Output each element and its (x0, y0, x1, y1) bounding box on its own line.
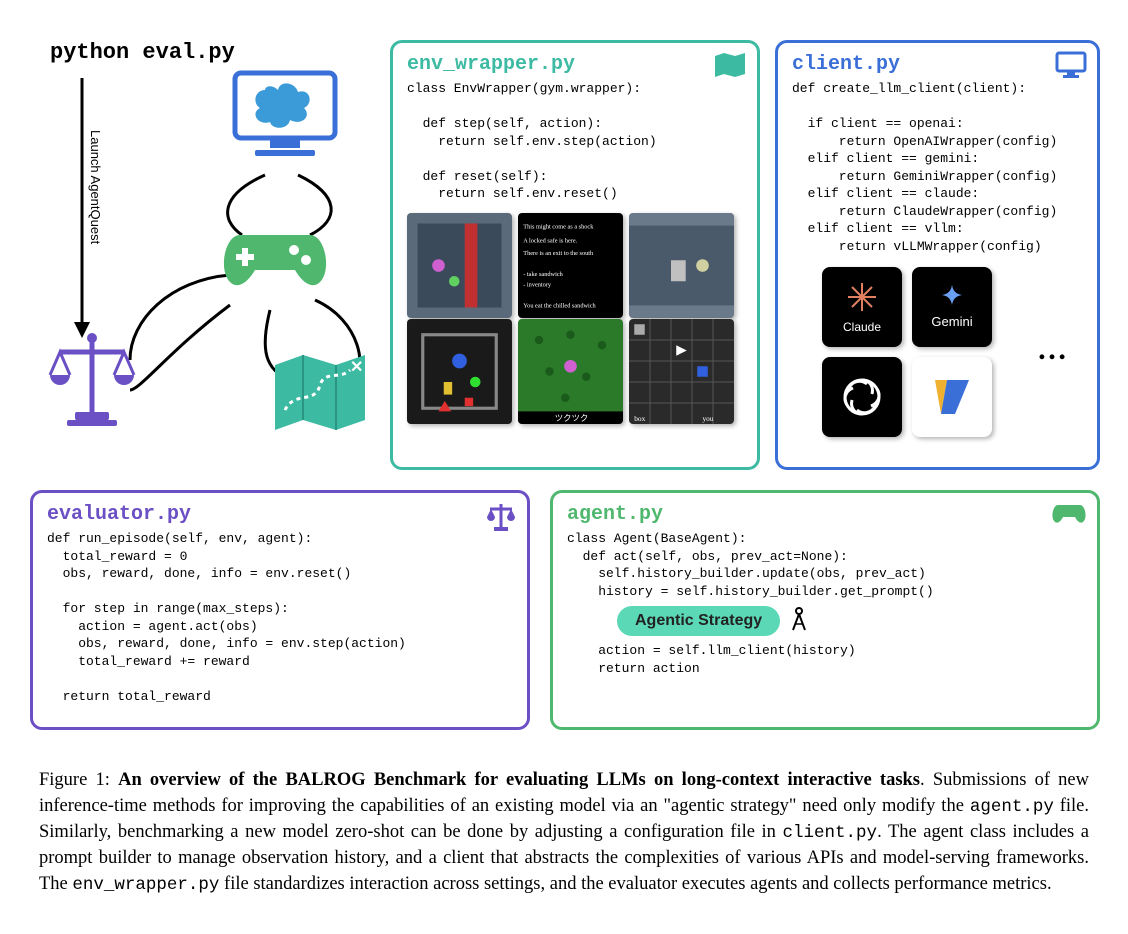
env-wrapper-panel: env_wrapper.py class EnvWrapper(gym.wrap… (390, 40, 760, 470)
caption-title: An overview of the BALROG Benchmark for … (118, 770, 920, 790)
game-thumb: ツクツク (518, 319, 623, 424)
svg-text:- inventory: - inventory (523, 281, 552, 288)
agent-code-top: class Agent(BaseAgent): def act(self, ob… (567, 530, 1083, 600)
caption-code: env_wrapper.py (72, 875, 219, 895)
game-thumb: This might come as a shock A locked safe … (518, 213, 623, 318)
svg-text:box: box (634, 414, 645, 423)
evaluator-code: def run_episode(self, env, agent): total… (47, 530, 513, 705)
map-icon: ✕ (270, 350, 370, 440)
env-code: class EnvWrapper(gym.wrapper): def step(… (407, 80, 743, 203)
evaluator-panel: evaluator.py def run_episode(self, env, … (30, 490, 530, 730)
map-corner-icon (713, 51, 747, 84)
svg-text:This might come as a shock: This might come as a shock (523, 224, 594, 231)
svg-text:A locked safe is here.: A locked safe is here. (523, 237, 577, 244)
agentic-strategy-pill: Agentic Strategy (617, 606, 780, 636)
gamepad-icon (220, 220, 330, 300)
caption-text: file standardizes interaction across set… (219, 874, 1051, 894)
game-thumb (629, 213, 734, 318)
scales-corner-icon (485, 501, 517, 538)
agent-code-bottom: action = self.llm_client(history) return… (567, 642, 1083, 677)
client-code: def create_llm_client(client): if client… (792, 80, 1083, 255)
game-thumb (407, 319, 512, 424)
svg-text:✕: ✕ (350, 359, 363, 376)
svg-text:you: you (703, 414, 714, 423)
svg-text:You eat the chilled sandwich: You eat the chilled sandwich (523, 302, 596, 309)
openai-logo (822, 357, 902, 437)
figure-caption: Figure 1: An overview of the BALROG Benc… (39, 768, 1089, 897)
brain-monitor-icon (230, 68, 340, 168)
game-thumb (407, 213, 512, 318)
gemini-logo: Gemini (912, 267, 992, 347)
game-thumbnails: This might come as a shock A locked safe … (407, 213, 743, 419)
gamepad-corner-icon (1051, 501, 1087, 530)
svg-text:ツクツク: ツクツク (555, 414, 589, 423)
client-title: client.py (792, 53, 1083, 76)
compass-icon (789, 606, 809, 637)
game-thumb: box you (629, 319, 734, 424)
agent-title: agent.py (567, 503, 1083, 526)
ellipsis: … (1037, 333, 1067, 367)
claude-logo: Claude (822, 267, 902, 347)
caption-code: agent.py (970, 797, 1054, 817)
client-panel: client.py def create_llm_client(client):… (775, 40, 1100, 470)
agent-panel: agent.py class Agent(BaseAgent): def act… (550, 490, 1100, 730)
vllm-logo (912, 357, 992, 437)
scales-icon (45, 330, 140, 435)
monitor-corner-icon (1055, 51, 1087, 84)
svg-text:- take sandwich: - take sandwich (523, 271, 563, 278)
env-title: env_wrapper.py (407, 53, 743, 76)
caption-code: client.py (783, 823, 878, 843)
svg-text:There is an exit to the south: There is an exit to the south (523, 250, 594, 257)
figure-label: Figure 1: (39, 770, 110, 790)
evaluator-title: evaluator.py (47, 503, 513, 526)
diagram: python eval.py Launch AgentQuest (20, 20, 1108, 750)
